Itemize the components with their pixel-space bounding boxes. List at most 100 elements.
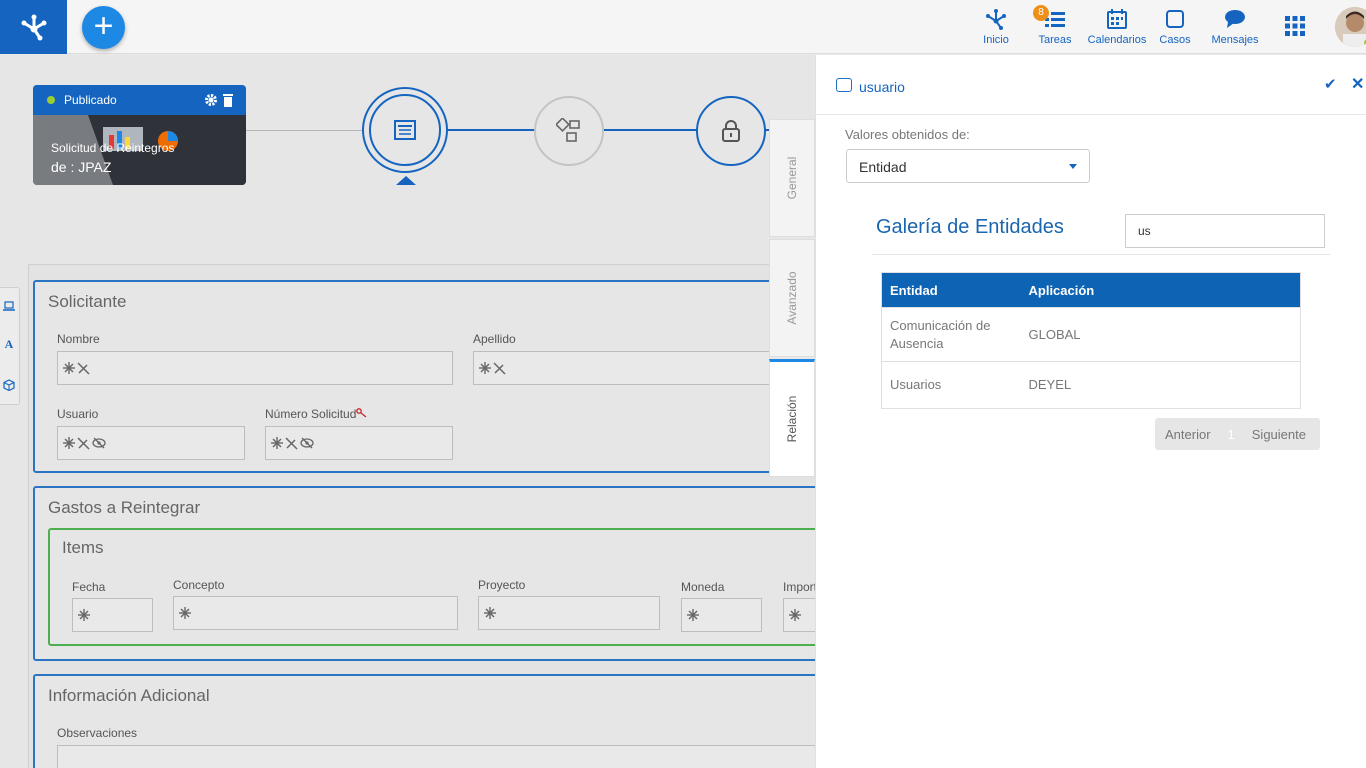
field-label: Apellido	[473, 332, 516, 346]
cell-entidad: Comunicación de Ausencia	[881, 307, 1021, 362]
column-label: Moneda	[681, 580, 725, 594]
gallery-title: Galería de Entidades	[876, 216, 1064, 238]
panel-title: usuario	[859, 79, 905, 95]
nav-mensajes-label: Mensajes	[1211, 34, 1259, 46]
nav-inicio-label: Inicio	[983, 34, 1009, 46]
pager-page-number[interactable]: 1	[1228, 427, 1235, 442]
text-format-icon[interactable]: A	[5, 337, 14, 352]
eye-off-icon	[300, 437, 314, 449]
cube-icon[interactable]	[3, 379, 15, 391]
table-row[interactable]: Comunicación de Ausencia GLOBAL	[881, 307, 1301, 362]
source-label: Valores obtenidos de:	[845, 127, 970, 142]
nav-casos-label: Casos	[1159, 34, 1191, 46]
step-security[interactable]	[696, 96, 766, 166]
process-card[interactable]: Publicado Solicitud de Reintegros de : J…	[33, 85, 246, 185]
tasks-badge: 8	[1033, 5, 1049, 21]
gallery-search-input[interactable]: us	[1125, 214, 1325, 248]
required-asterisk-icon	[63, 437, 75, 449]
section-solicitante[interactable]: Solicitante Nombre Apellido Usuario Núme…	[33, 280, 815, 473]
gear-icon[interactable]	[204, 93, 218, 107]
column-label: Fecha	[72, 580, 106, 594]
top-bar: + Inicio 8 Tareas Calendarios Casos Mens…	[0, 0, 1366, 54]
required-asterisk-icon	[789, 609, 801, 621]
items-title: Items	[62, 538, 104, 557]
key-icon	[356, 408, 367, 418]
add-icon: +	[93, 7, 114, 45]
numero-solicitud-field[interactable]	[265, 426, 453, 460]
moneda-field[interactable]	[681, 598, 762, 632]
close-icon[interactable]: ✕	[1351, 74, 1364, 94]
user-avatar[interactable]	[1335, 7, 1366, 47]
edit-disabled-icon	[285, 436, 298, 450]
field-label: Nombre	[57, 332, 100, 346]
nav-inicio[interactable]: Inicio	[982, 7, 1010, 46]
process-title: Solicitud de Reintegros	[51, 141, 175, 155]
trash-icon[interactable]	[222, 93, 234, 107]
source-select[interactable]: Entidad	[846, 149, 1090, 183]
app-logo-icon	[21, 14, 46, 41]
field-type-icon	[836, 78, 852, 92]
nav-tareas-label: Tareas	[1038, 34, 1072, 46]
pager-prev-button[interactable]: Anterior	[1165, 427, 1211, 442]
nav-tareas[interactable]: 8 Tareas	[1033, 5, 1073, 46]
process-status: Publicado	[64, 93, 117, 107]
nav-calendarios-label: Calendarios	[1087, 34, 1147, 46]
form-designer-area: Publicado Solicitud de Reintegros de : J…	[0, 55, 815, 768]
section-gastos[interactable]: Gastos a Reintegrar Items Fecha Concepto…	[33, 486, 815, 661]
cell-aplicacion: DEYEL	[1020, 361, 1301, 409]
cases-icon	[1166, 10, 1184, 28]
check-icon[interactable]: ✔	[1324, 75, 1337, 93]
column-label: Concepto	[173, 578, 225, 592]
tab-relacion[interactable]: Relación	[769, 359, 815, 477]
fecha-field[interactable]	[72, 598, 153, 632]
table-header-row: Entidad Aplicación	[881, 272, 1301, 308]
edit-disabled-icon	[493, 361, 506, 375]
required-asterisk-icon	[484, 607, 496, 619]
tab-avanzado[interactable]: Avanzado	[769, 239, 815, 357]
apellido-field[interactable]	[473, 351, 815, 385]
chevron-down-icon	[1069, 164, 1077, 169]
tab-general[interactable]: General	[769, 119, 815, 237]
nav-mensajes[interactable]: Mensajes	[1211, 7, 1259, 46]
edit-disabled-icon	[77, 436, 90, 450]
field-label: Observaciones	[57, 726, 138, 740]
column-header-aplicacion[interactable]: Aplicación	[1020, 272, 1301, 308]
importe-field[interactable]	[783, 598, 815, 632]
edit-disabled-icon	[77, 361, 90, 375]
section-informacion-adicional[interactable]: Información Adicional Observaciones	[33, 674, 815, 768]
calendar-icon	[1107, 9, 1127, 29]
required-asterisk-icon	[687, 609, 699, 621]
required-asterisk-icon	[179, 607, 191, 619]
proyecto-field[interactable]	[478, 596, 660, 630]
required-asterisk-icon	[271, 437, 283, 449]
step-form[interactable]	[362, 87, 448, 173]
required-asterisk-icon	[63, 362, 75, 374]
status-dot	[47, 96, 55, 104]
nav-casos[interactable]: Casos	[1159, 7, 1191, 46]
section-title: Información Adicional	[48, 686, 210, 705]
properties-panel: usuario ✔ ✕ Valores obtenidos de: Entida…	[815, 55, 1366, 768]
lock-icon	[722, 120, 740, 142]
add-button[interactable]: +	[82, 6, 125, 49]
apps-grid-button[interactable]	[1284, 15, 1306, 40]
nombre-field[interactable]	[57, 351, 453, 385]
section-title: Gastos a Reintegrar	[48, 498, 201, 517]
nav-calendarios[interactable]: Calendarios	[1087, 7, 1147, 46]
app-logo[interactable]	[0, 0, 67, 54]
step-process[interactable]	[534, 96, 604, 166]
concepto-field[interactable]	[173, 596, 458, 630]
usuario-field[interactable]	[57, 426, 245, 460]
active-step-pointer	[396, 176, 416, 185]
observaciones-field[interactable]	[57, 745, 815, 768]
process-shapes-icon	[556, 118, 580, 142]
panel-header: usuario ✔ ✕	[816, 55, 1366, 115]
cell-aplicacion: GLOBAL	[1020, 307, 1301, 362]
section-title: Solicitante	[48, 292, 127, 311]
side-toolbar: A	[0, 287, 20, 405]
column-header-entidad[interactable]: Entidad	[881, 272, 1021, 308]
laptop-icon[interactable]	[3, 301, 15, 311]
table-row[interactable]: Usuarios DEYEL	[881, 361, 1301, 409]
items-grid[interactable]: Items Fecha Concepto Proyecto Moneda Imp…	[48, 528, 815, 646]
cell-entidad: Usuarios	[881, 361, 1021, 409]
pager-next-button[interactable]: Siguiente	[1252, 427, 1306, 442]
